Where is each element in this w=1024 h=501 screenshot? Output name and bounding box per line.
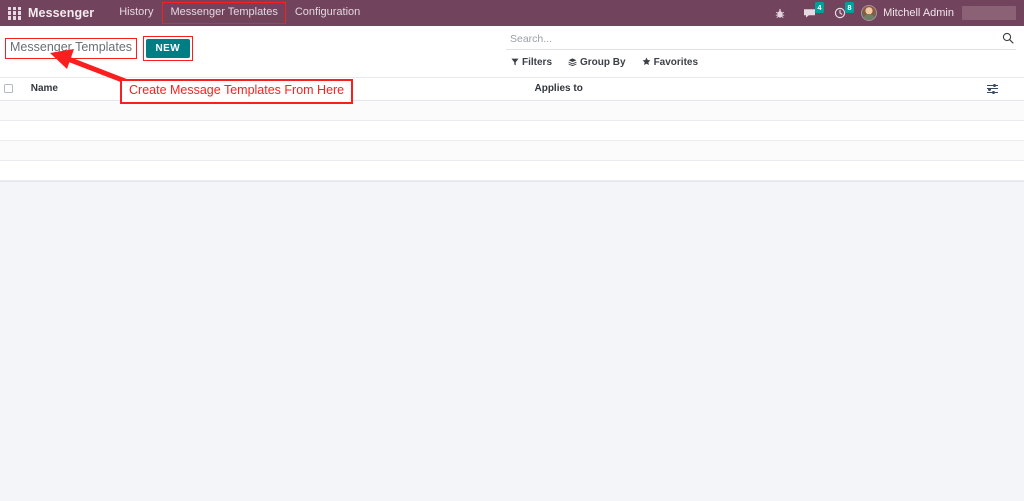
nav-item-history[interactable]: History — [112, 3, 160, 22]
filters-button[interactable]: Filters — [511, 56, 553, 68]
empty-sheet-area — [0, 180, 1024, 495]
user-menu[interactable]: Mitchell Admin — [855, 0, 962, 26]
bug-icon[interactable] — [766, 0, 794, 26]
column-header-applies-to[interactable]: Applies to — [530, 78, 983, 101]
filters-label: Filters — [522, 56, 553, 68]
row-cell-name — [26, 140, 531, 161]
row-cell-name — [26, 120, 531, 141]
app-brand-name[interactable]: Messenger — [28, 6, 94, 20]
control-panel-right: Filters Group By — [500, 26, 1024, 68]
table-header-row: Name Applies to — [0, 78, 1024, 101]
new-button[interactable]: NEW — [145, 39, 191, 58]
table-body — [0, 100, 1024, 181]
table-header: Name Applies to — [0, 78, 1024, 101]
row-cell-name — [26, 160, 531, 181]
row-cell-options — [982, 140, 1024, 161]
records-table: Name Applies to — [0, 78, 1024, 181]
nav-item-messenger-templates[interactable]: Messenger Templates — [162, 2, 286, 24]
list-view: Name Applies to — [0, 78, 1024, 495]
layers-icon — [568, 57, 577, 68]
filter-toolbar: Filters Group By Favorites — [506, 50, 1016, 68]
avatar — [861, 5, 878, 21]
row-cell-name — [26, 100, 531, 121]
top-navbar: Messenger History Messenger Templates Co… — [0, 0, 1024, 26]
new-button-annotation-box: NEW — [142, 36, 194, 61]
apps-grid-icon[interactable] — [8, 6, 21, 20]
row-cell-applies-to — [530, 120, 983, 141]
optional-columns-cell — [982, 78, 1024, 101]
row-cell-select — [0, 120, 27, 141]
select-all-cell — [0, 78, 27, 101]
row-cell-options — [982, 100, 1024, 121]
row-cell-options — [982, 160, 1024, 181]
messages-icon[interactable]: 4 — [794, 0, 825, 26]
table-row[interactable] — [0, 120, 1024, 141]
control-panel: Messenger Templates NEW Search... Filter… — [0, 26, 1024, 78]
favorites-button[interactable]: Favorites — [642, 57, 698, 68]
navbar-tail-block — [962, 6, 1016, 20]
select-all-checkbox[interactable] — [4, 84, 13, 94]
app-root: Messenger History Messenger Templates Co… — [0, 0, 1024, 501]
activities-badge: 8 — [844, 2, 855, 13]
row-cell-applies-to — [530, 160, 983, 181]
row-cell-select — [0, 160, 27, 181]
row-cell-applies-to — [530, 140, 983, 161]
messages-badge: 4 — [814, 2, 825, 13]
table-row[interactable] — [0, 160, 1024, 181]
row-cell-applies-to — [530, 100, 983, 121]
search-bar[interactable] — [506, 32, 1016, 50]
user-name: Mitchell Admin — [883, 7, 954, 19]
funnel-icon — [511, 58, 519, 68]
page-title: Messenger Templates — [4, 38, 138, 59]
search-icon[interactable] — [1002, 32, 1014, 46]
row-cell-select — [0, 140, 27, 161]
star-icon — [642, 57, 651, 68]
nav-item-configuration[interactable]: Configuration — [288, 3, 367, 22]
activities-clock-icon[interactable]: 8 — [825, 0, 855, 26]
control-panel-left: Messenger Templates NEW — [0, 26, 500, 61]
group-by-label: Group By — [580, 56, 626, 68]
favorites-label: Favorites — [653, 56, 699, 68]
search-input[interactable] — [510, 33, 1002, 45]
group-by-button[interactable]: Group By — [568, 56, 626, 68]
navbar-right-group: 4 8 Mitchell Admin — [766, 0, 1018, 26]
row-cell-select — [0, 100, 27, 121]
table-row[interactable] — [0, 100, 1024, 121]
table-row[interactable] — [0, 140, 1024, 161]
column-header-name[interactable]: Name — [26, 78, 531, 101]
row-cell-options — [982, 120, 1024, 141]
optional-columns-icon[interactable] — [986, 84, 998, 94]
